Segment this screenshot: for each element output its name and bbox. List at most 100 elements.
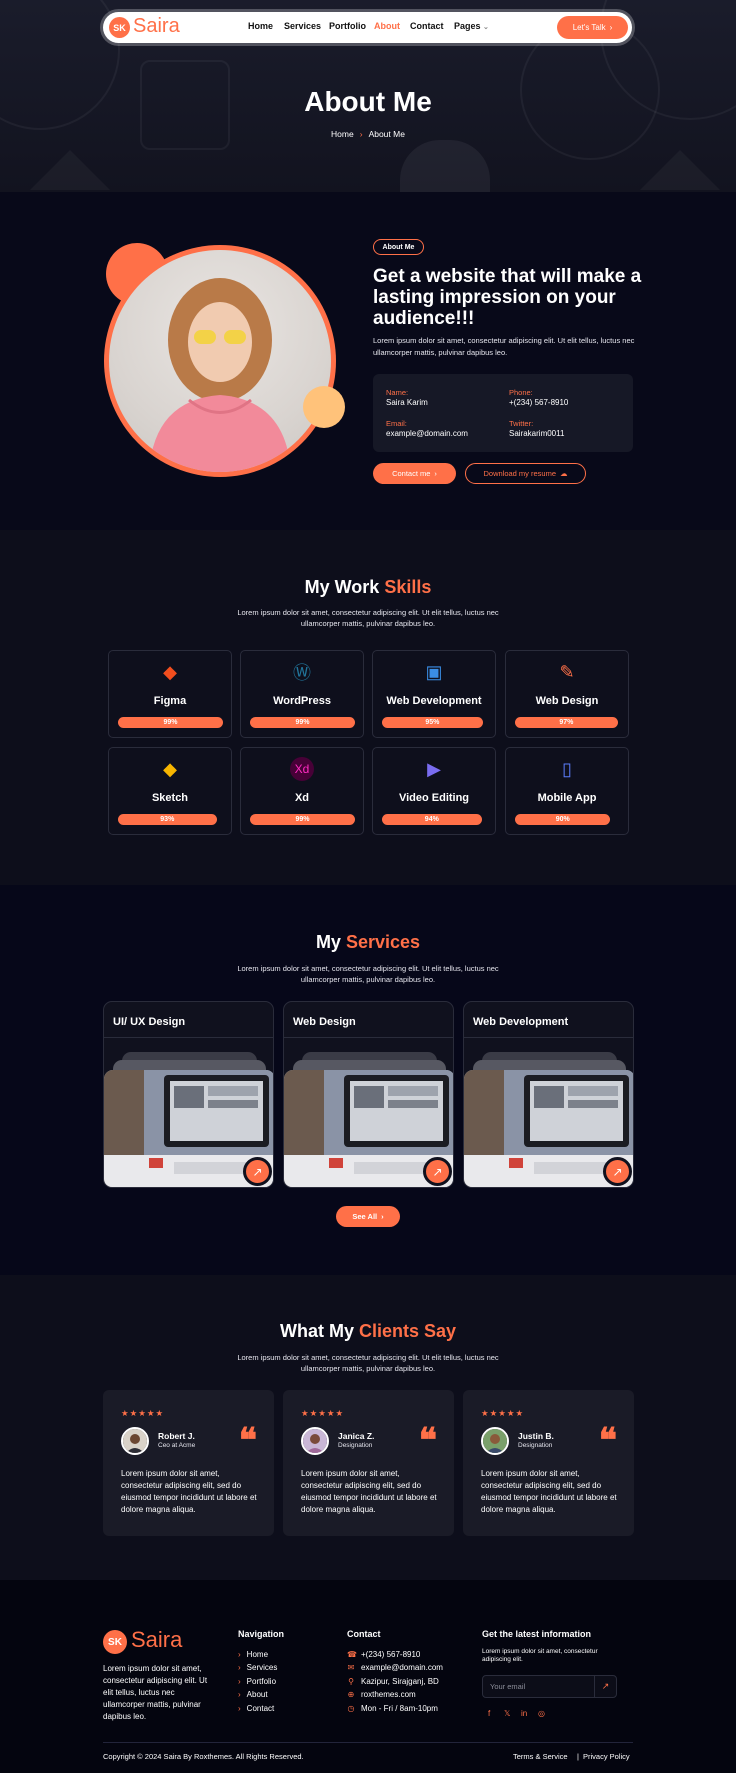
send-button[interactable]: ↗ <box>594 1676 616 1697</box>
services-subtitle: Lorem ipsum dolor sit amet, consectetur … <box>237 964 499 984</box>
nav-about[interactable]: About <box>374 21 400 31</box>
skill-name: Figma <box>153 695 187 707</box>
footer-contact-phone[interactable]: ☎ +(234) 567-8910 <box>347 1650 420 1659</box>
footer-contact-location: ⚲ Kazipur, Sirajganj, BD <box>348 1677 439 1686</box>
nav-pages[interactable]: Pages ⌄ <box>454 21 489 31</box>
footer-nav-heading: Navigation <box>238 1629 285 1639</box>
info-label-twitter: Twitter: <box>509 419 534 428</box>
skill-progress-bar: 99% <box>250 717 355 728</box>
about-text: Lorem ipsum dolor sit amet, consectetur … <box>373 336 635 357</box>
x-icon[interactable]: 𝕏 <box>504 1709 510 1718</box>
footer-link-about[interactable]: › About <box>238 1690 268 1699</box>
footer-contact-hours: ◷ Mon - Fri / 8am-10pm <box>347 1704 438 1713</box>
footer-link-portfolio[interactable]: › Portfolio <box>238 1677 276 1686</box>
skill-card: ✎ Web Design 97% <box>505 650 629 738</box>
avatar <box>481 1427 509 1455</box>
privacy-link[interactable]: Privacy Policy <box>583 1752 630 1761</box>
info-value-name: Saira Karim <box>386 398 428 407</box>
avatar <box>121 1427 149 1455</box>
testimonial-text: Lorem ipsum dolor sit amet, consectetur … <box>481 1469 617 1514</box>
logo-text[interactable]: Saira <box>133 15 180 38</box>
client-name: Justin B. <box>518 1431 554 1441</box>
phone-icon: ☎ <box>347 1650 357 1659</box>
skill-progress-bar: 90% <box>515 814 611 825</box>
skill-name: Web Development <box>386 695 482 707</box>
footer-link-contact[interactable]: › Contact <box>238 1704 274 1713</box>
chevron-right-icon: › <box>238 1704 241 1713</box>
service-title: UI/ UX Design <box>113 1016 186 1028</box>
service-card[interactable]: Web Development ↗ <box>463 1001 634 1188</box>
service-card[interactable]: Web Design ↗ <box>283 1001 454 1188</box>
skill-progress-bar: 93% <box>118 814 217 825</box>
contact-me-button[interactable]: Contact me › <box>373 463 456 484</box>
client-role: Designation <box>518 1442 553 1449</box>
arrow-right-icon: › <box>434 469 437 478</box>
facebook-icon[interactable]: f <box>488 1709 490 1718</box>
nav-portfolio[interactable]: Portfolio <box>329 21 366 31</box>
footer-contact-email[interactable]: ✉ example@domain.com <box>347 1663 443 1672</box>
arrow-right-icon: › <box>381 1212 384 1221</box>
footer-divider <box>103 1742 633 1743</box>
breadcrumb-home[interactable]: Home <box>331 129 354 139</box>
testimonial-card: ★★★★★ Justin B. Designation ❝ Lorem ipsu… <box>463 1390 634 1536</box>
testimonial-text: Lorem ipsum dolor sit amet, consectetur … <box>301 1469 437 1514</box>
nav-services[interactable]: Services <box>284 21 321 31</box>
footer-about-text: Lorem ipsum dolor sit amet, consectetur … <box>103 1664 208 1721</box>
figma-icon: ◆ <box>163 661 177 682</box>
arrow-up-right-icon[interactable]: ↗ <box>603 1157 632 1186</box>
arrow-up-right-icon[interactable]: ↗ <box>423 1157 452 1186</box>
arrow-up-right-icon[interactable]: ↗ <box>243 1157 272 1186</box>
footer-news-text: Lorem ipsum dolor sit amet, consectetur … <box>482 1648 598 1663</box>
lets-talk-button[interactable]: Let's Talk › <box>557 16 628 39</box>
xd-icon: Xd <box>290 757 314 781</box>
terms-link[interactable]: Terms & Service <box>513 1752 568 1761</box>
testimonials-title: What My Clients Say <box>279 1321 457 1341</box>
chevron-right-icon: › <box>238 1663 241 1672</box>
star-rating: ★★★★★ <box>301 1408 345 1418</box>
profile-photo <box>104 245 336 477</box>
mobile-app-icon: ▯ <box>562 758 572 779</box>
skills-title: My Work Skills <box>304 577 432 597</box>
skill-progress-bar: 94% <box>382 814 482 825</box>
breadcrumb-current: About Me <box>368 129 405 139</box>
linkedin-icon[interactable]: in <box>521 1709 527 1718</box>
newsletter-form: ↗ <box>482 1675 617 1698</box>
email-input[interactable] <box>483 1676 596 1697</box>
service-title: Web Design <box>293 1016 356 1028</box>
about-badge: About Me <box>373 239 424 255</box>
footer-link-home[interactable]: › Home <box>238 1650 268 1659</box>
logo-badge[interactable]: SK <box>109 17 130 38</box>
download-resume-button[interactable]: Download my resume ☁ <box>465 463 586 484</box>
sketch-icon: ◆ <box>163 758 177 779</box>
chevron-right-icon: › <box>359 129 363 139</box>
quote-icon: ❝ <box>598 1421 617 1461</box>
star-rating: ★★★★★ <box>481 1408 525 1418</box>
skill-name: Mobile App <box>537 792 597 804</box>
footer-logo-text[interactable]: Saira <box>131 1627 182 1653</box>
info-value-twitter: Sairakarim0011 <box>509 429 565 438</box>
chevron-right-icon: › <box>238 1650 241 1659</box>
nav-home[interactable]: Home <box>248 21 273 31</box>
service-title: Web Development <box>473 1016 569 1028</box>
see-all-button[interactable]: See All › <box>336 1206 400 1227</box>
skill-card: Ⓦ WordPress 99% <box>240 650 364 738</box>
skill-progress-bar: 97% <box>515 717 618 728</box>
footer-logo-badge[interactable]: SK <box>103 1630 127 1654</box>
chevron-right-icon: › <box>238 1690 241 1699</box>
star-rating: ★★★★★ <box>121 1408 165 1418</box>
client-role: Designation <box>338 1442 373 1449</box>
about-heading: Get a website that will make a lasting i… <box>373 266 642 329</box>
decor-circle-yellow <box>303 386 345 428</box>
skills-subtitle: Lorem ipsum dolor sit amet, consectetur … <box>237 608 499 628</box>
footer-contact-website[interactable]: ⊕ roxthemes.com <box>347 1690 416 1699</box>
footer-link-services[interactable]: › Services <box>238 1663 277 1672</box>
instagram-icon[interactable]: ◎ <box>538 1709 545 1718</box>
skill-card: ▶ Video Editing 94% <box>372 747 496 835</box>
info-label-phone: Phone: <box>509 388 533 397</box>
avatar <box>301 1427 329 1455</box>
skill-name: Video Editing <box>398 792 470 804</box>
info-value-phone: +(234) 567-8910 <box>509 398 569 407</box>
nav-contact[interactable]: Contact <box>410 21 444 31</box>
client-name: Robert J. <box>158 1431 195 1441</box>
service-card[interactable]: UI/ UX Design ↗ <box>103 1001 274 1188</box>
